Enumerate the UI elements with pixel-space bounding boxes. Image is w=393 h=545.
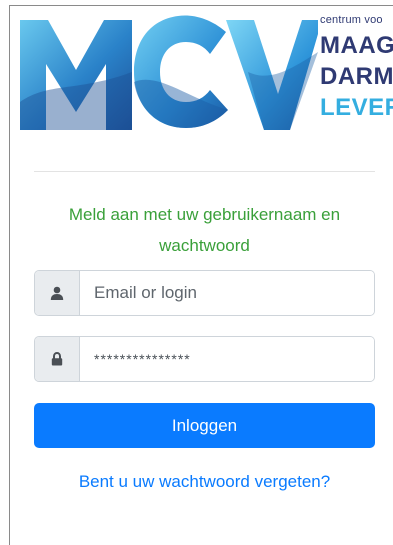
user-icon	[35, 271, 80, 315]
intro-line-1: Meld aan met uw gebruikernaam en	[68, 205, 341, 224]
logo-word-lever: LEVER	[320, 94, 393, 121]
logo-word-darm: DARM	[320, 63, 393, 90]
login-intro-text: Meld aan met uw gebruikernaam en wachtwo…	[34, 199, 375, 261]
password-input-group: ***************	[34, 336, 375, 382]
login-button[interactable]: Inloggen	[34, 403, 375, 448]
forgot-password-link[interactable]: Bent u uw wachtwoord vergeten?	[34, 472, 375, 492]
lock-icon	[35, 337, 80, 381]
logo-word-maag: MAAG	[320, 32, 393, 59]
email-input[interactable]: Email or login	[80, 271, 374, 315]
divider	[34, 171, 375, 172]
email-input-group: Email or login	[34, 270, 375, 316]
password-input[interactable]: ***************	[80, 337, 374, 381]
logo-tagline: centrum voo	[320, 14, 383, 26]
intro-line-2: wachtwoord	[159, 236, 250, 255]
mcv-letters-logo	[20, 15, 318, 130]
